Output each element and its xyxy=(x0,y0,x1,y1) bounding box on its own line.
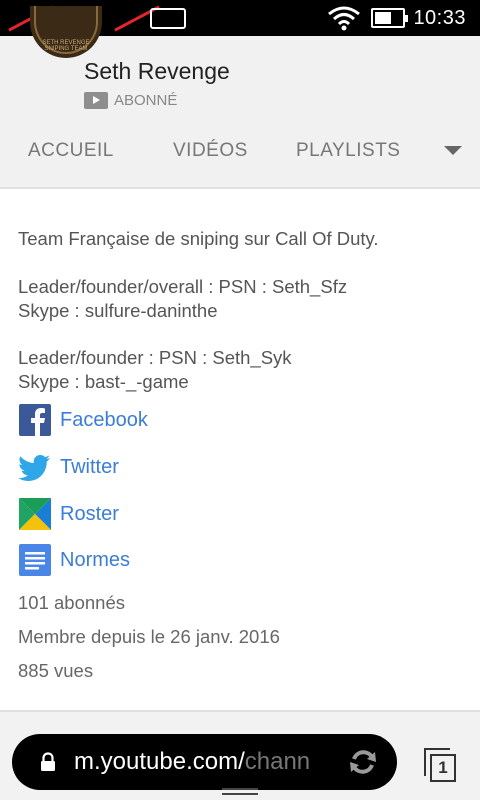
battery-level xyxy=(375,12,392,24)
view-count: 885 vues xyxy=(18,660,94,681)
link-label[interactable]: Normes xyxy=(60,549,130,572)
facebook-icon xyxy=(19,404,51,436)
url-text[interactable]: m.youtube.com/chann xyxy=(74,748,310,776)
member-since: Membre depuis le 26 janv. 2016 xyxy=(18,626,280,647)
leader2-skype: Skype : bast-_-game xyxy=(18,371,189,392)
more-tabs-dropdown-icon[interactable] xyxy=(444,146,462,155)
url-main: m.youtube.com/ xyxy=(74,748,245,775)
tab-home[interactable]: ACCUEIL xyxy=(28,140,114,162)
drag-handle-icon[interactable] xyxy=(222,788,258,800)
docs-icon xyxy=(19,544,51,576)
roster-icon xyxy=(19,498,51,530)
sim2-indicator xyxy=(112,5,186,32)
battery-icon xyxy=(371,8,409,28)
about-section: Team Française de sniping sur Call Of Du… xyxy=(0,189,480,711)
channel-tabs: ACCUEIL VIDÉOS PLAYLISTS xyxy=(0,132,480,188)
tab-videos[interactable]: VIDÉOS xyxy=(173,140,248,162)
link-label[interactable]: Facebook xyxy=(60,409,148,432)
channel-name: Seth Revenge xyxy=(84,58,230,84)
leader1-psn: Leader/founder/overall : PSN : Seth_Sfz xyxy=(18,276,348,297)
sim2-empty-icon xyxy=(150,8,186,29)
link-label[interactable]: Twitter xyxy=(60,456,119,479)
avatar-logo-text: SETH REVENGE SNIPING TEAM xyxy=(42,40,90,52)
wifi-icon xyxy=(328,6,361,31)
channel-header: SETH REVENGE SNIPING TEAM Seth Revenge A… xyxy=(0,6,480,188)
channel-avatar[interactable]: SETH REVENGE SNIPING TEAM xyxy=(30,6,102,58)
url-faded: chann xyxy=(244,748,311,775)
lock-icon xyxy=(41,752,55,771)
youtube-play-icon xyxy=(84,92,108,109)
link-roster[interactable]: Roster xyxy=(18,496,119,532)
channel-description: Team Française de sniping sur Call Of Du… xyxy=(18,228,379,249)
url-bar[interactable]: m.youtube.com/chann xyxy=(12,734,397,790)
reload-icon[interactable] xyxy=(341,740,385,784)
tab-count: 1 xyxy=(430,754,456,782)
browser-toolbar: m.youtube.com/chann 1 xyxy=(0,712,480,800)
tab-playlists[interactable]: PLAYLISTS xyxy=(296,140,400,162)
subscribed-label: ABONNÉ xyxy=(114,92,178,109)
link-twitter[interactable]: Twitter xyxy=(18,449,119,485)
tab-switcher-button[interactable]: 1 xyxy=(420,744,460,786)
link-normes[interactable]: Normes xyxy=(18,542,130,578)
subscriber-count: 101 abonnés xyxy=(18,592,125,613)
twitter-icon xyxy=(18,455,50,481)
link-facebook[interactable]: Facebook xyxy=(18,402,148,438)
link-label[interactable]: Roster xyxy=(60,503,119,526)
leader1-skype: Skype : sulfure-daninthe xyxy=(18,300,218,321)
clock: 10:33 xyxy=(413,6,466,29)
leader2-psn: Leader/founder : PSN : Seth_Syk xyxy=(18,347,292,368)
subscribe-button[interactable]: ABONNÉ xyxy=(84,92,177,109)
